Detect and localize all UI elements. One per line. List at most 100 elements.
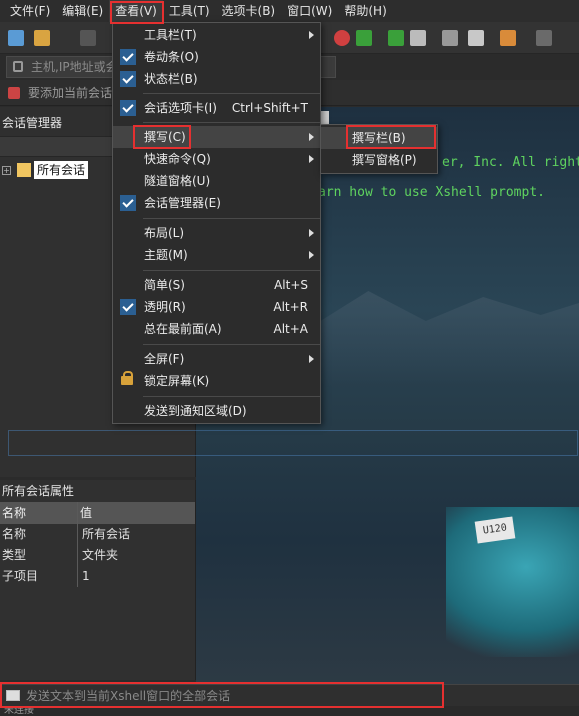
cell-value: 所有会话 (82, 527, 131, 541)
menu-item-compose[interactable]: 撰写(C) (113, 126, 320, 148)
compose-icon (6, 690, 20, 701)
menu-item-label: 撰写(C) (144, 130, 186, 144)
menu-item-label: 布局(L) (144, 226, 185, 240)
menu-tabs[interactable]: 选项卡(B) (216, 0, 282, 22)
table-row: 类型 文件夹 (0, 545, 195, 566)
keyboard-icon[interactable] (442, 30, 458, 46)
menu-item-send-to-tray[interactable]: 发送到通知区域(D) (113, 400, 320, 422)
compose-submenu: 撰写栏(B) 撰写窗格(P) (320, 124, 438, 174)
menu-item-transparent[interactable]: 透明(R) Alt+R (113, 296, 320, 318)
menu-item-simple[interactable]: 简单(S) Alt+S (113, 274, 320, 296)
menu-item-label: 会话管理器(E) (144, 196, 221, 210)
menu-item-quick-commands[interactable]: 快速命令(Q) (113, 148, 320, 170)
xftp-icon[interactable] (356, 30, 372, 46)
padlock-icon (121, 371, 133, 385)
menu-item-shortcut: Alt+A (273, 322, 308, 336)
menu-item-label: 工具栏(T) (144, 28, 197, 42)
checkmark-icon (120, 71, 136, 87)
properties-title: 所有会话属性 (2, 484, 75, 498)
menu-item-toolbar[interactable]: 工具栏(T) (113, 24, 320, 46)
menu-item-session-tabs[interactable]: 会话选项卡(I) Ctrl+Shift+T (113, 97, 320, 119)
menu-separator (143, 218, 320, 219)
menu-separator (143, 270, 320, 271)
connect-icon[interactable] (80, 30, 96, 46)
menu-item-theme[interactable]: 主题(M) (113, 244, 320, 266)
menu-item-layout[interactable]: 布局(L) (113, 222, 320, 244)
add-icon[interactable] (500, 30, 516, 46)
lock-icon[interactable] (410, 30, 426, 46)
tree-item-all-sessions[interactable]: + 所有会话 (2, 161, 89, 179)
menu-separator (143, 396, 320, 397)
menu-item-shortcut: Alt+S (274, 278, 308, 292)
submenu-arrow-icon (309, 355, 314, 363)
table-row: 子项目 1 (0, 566, 195, 587)
fullscreen-icon[interactable] (388, 30, 404, 46)
menu-item-fullscreen[interactable]: 全屏(F) (113, 348, 320, 370)
menu-separator (143, 122, 320, 123)
menu-item-label: 透明(R) (144, 300, 186, 314)
submenu-arrow-icon (309, 31, 314, 39)
cell-value: 文件夹 (82, 548, 119, 562)
terminal-line-1: er, Inc. All rights (442, 155, 579, 170)
submenu-arrow-icon (309, 229, 314, 237)
menu-item-label: 锁定屏幕(K) (144, 374, 210, 388)
expand-icon[interactable]: + (2, 165, 11, 175)
folder-icon (17, 163, 31, 177)
compose-bar-text: 发送文本到当前Xshell窗口的全部会话 (26, 689, 231, 703)
menu-separator (143, 344, 320, 345)
menu-item-statusbar[interactable]: 状态栏(B) (113, 68, 320, 90)
checkmark-icon (120, 49, 136, 65)
submenu-arrow-icon (309, 251, 314, 259)
menu-item-label: 状态栏(B) (144, 72, 198, 86)
cell-key: 名称 (0, 524, 78, 545)
column-header-value[interactable]: 值 (78, 502, 92, 524)
bookmark-icon (8, 87, 20, 99)
highlight-icon[interactable] (468, 30, 484, 46)
menu-item-label: 隧道窗格(U) (144, 174, 211, 188)
open-folder-icon[interactable] (34, 30, 50, 46)
menu-item-shortcut: Alt+R (273, 300, 308, 314)
menu-item-label: 卷动条(O) (144, 50, 199, 64)
menu-item-label: 简单(S) (144, 278, 185, 292)
properties-header: 名称 值 (0, 502, 195, 524)
table-row: 名称 所有会话 (0, 524, 195, 545)
column-header-name[interactable]: 名称 (0, 502, 78, 524)
xshell-icon[interactable] (334, 30, 350, 46)
submenu-arrow-icon (309, 133, 314, 141)
menu-item-label: 快速命令(Q) (144, 152, 211, 166)
checkmark-icon (120, 100, 136, 116)
submenu-item-compose-bar[interactable]: 撰写栏(B) (321, 127, 437, 149)
menu-edit[interactable]: 编辑(E) (56, 0, 109, 22)
submenu-item-label: 撰写窗格(P) (352, 153, 417, 167)
menu-bar: 文件(F) 编辑(E) 查看(V) 工具(T) 选项卡(B) 窗口(W) 帮助(… (0, 0, 579, 22)
new-session-icon[interactable] (8, 30, 24, 46)
menu-item-scrollbar[interactable]: 卷动条(O) (113, 46, 320, 68)
submenu-arrow-icon (309, 155, 314, 163)
menu-separator (143, 93, 320, 94)
menu-file[interactable]: 文件(F) (4, 0, 56, 22)
menu-item-shortcut: Ctrl+Shift+T (231, 101, 308, 115)
menu-item-lock-screen[interactable]: 锁定屏幕(K) (113, 370, 320, 392)
checkmark-icon (120, 195, 136, 211)
cell-key: 类型 (0, 545, 78, 566)
cell-key: 子项目 (0, 566, 78, 587)
menu-item-tunnel-pane[interactable]: 隧道窗格(U) (113, 170, 320, 192)
status-text: 未连接 (4, 706, 34, 716)
menu-item-session-manager[interactable]: 会话管理器(E) (113, 192, 320, 214)
menu-item-always-on-top[interactable]: 总在最前面(A) Alt+A (113, 318, 320, 340)
menu-tools[interactable]: 工具(T) (163, 0, 216, 22)
menu-item-label: 会话选项卡(I) (144, 101, 217, 115)
properties-panel: 所有会话属性 名称 值 名称 所有会话 类型 文件夹 子项目 1 (0, 480, 196, 680)
compose-bar[interactable]: 发送文本到当前Xshell窗口的全部会话 (0, 684, 579, 706)
tree-item-label: 所有会话 (34, 161, 89, 179)
menu-help[interactable]: 帮助(H) (338, 0, 392, 22)
menu-view[interactable]: 查看(V) (109, 0, 163, 22)
menu-item-label: 主题(M) (144, 248, 188, 262)
layout-icon[interactable] (536, 30, 552, 46)
status-bar: 未连接 (0, 706, 579, 716)
submenu-item-compose-pane[interactable]: 撰写窗格(P) (321, 149, 437, 171)
menu-item-label: 全屏(F) (144, 352, 185, 366)
menu-window[interactable]: 窗口(W) (281, 0, 338, 22)
cell-value: 1 (82, 569, 90, 583)
view-menu-dropdown: 工具栏(T) 卷动条(O) 状态栏(B) 会话选项卡(I) Ctrl+Shift… (112, 22, 321, 424)
